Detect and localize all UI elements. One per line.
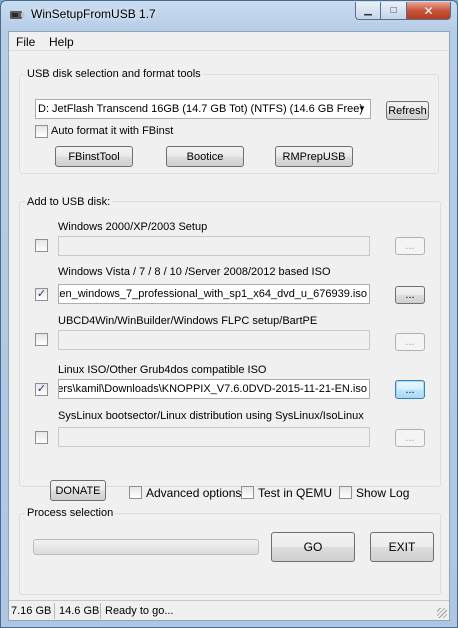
linux-iso-label: Linux ISO/Other Grub4dos compatible ISO bbox=[58, 364, 267, 376]
usb-app-icon bbox=[10, 11, 24, 19]
donate-button[interactable]: DONATE bbox=[50, 480, 106, 501]
title-bar[interactable]: WinSetupFromUSB 1.7 ▁ □ ✕ bbox=[1, 1, 457, 29]
windows-xp-setup-browse-button[interactable]: ... bbox=[395, 237, 425, 255]
process-selection-label: Process selection bbox=[25, 507, 116, 519]
usb-disk-select[interactable]: D: JetFlash Transcend 16GB (14.7 GB Tot)… bbox=[35, 99, 371, 119]
app-window: WinSetupFromUSB 1.7 ▁ □ ✕ File Help USB … bbox=[0, 0, 458, 628]
menu-help[interactable]: Help bbox=[49, 35, 74, 49]
windows-xp-setup-path[interactable] bbox=[58, 236, 370, 256]
menu-bar: File Help bbox=[9, 32, 449, 51]
linux-iso-path[interactable]: sers\kamil\Downloads\KNOPPIX_V7.6.0DVD-2… bbox=[58, 379, 370, 399]
windows-vista-iso-path-text: s\en_windows_7_professional_with_sp1_x64… bbox=[58, 288, 367, 300]
auto-format-checkbox[interactable] bbox=[35, 125, 48, 138]
windows-vista-iso-path[interactable]: s\en_windows_7_professional_with_sp1_x64… bbox=[58, 284, 370, 304]
chevron-down-icon[interactable]: ▼ bbox=[354, 100, 370, 118]
windows-xp-setup-checkbox[interactable] bbox=[35, 239, 48, 252]
resize-grip[interactable] bbox=[437, 608, 447, 618]
go-button[interactable]: GO bbox=[271, 532, 355, 562]
syslinux-browse-button[interactable]: ... bbox=[395, 429, 425, 447]
status-message: Ready to go... bbox=[105, 605, 174, 617]
status-total-size: 7.16 GB bbox=[11, 605, 52, 617]
caption-buttons: ▁ □ ✕ bbox=[355, 2, 451, 20]
ubcd4win-path[interactable] bbox=[58, 330, 370, 350]
progress-bar bbox=[33, 539, 259, 555]
syslinux-path[interactable] bbox=[58, 427, 370, 447]
advanced-options-checkbox[interactable] bbox=[129, 486, 142, 499]
rmprepusb-button[interactable]: RMPrepUSB bbox=[275, 146, 353, 167]
minimize-icon: ▁ bbox=[364, 5, 372, 16]
auto-format-label: Auto format it with FBinst bbox=[51, 125, 174, 137]
exit-button[interactable]: EXIT bbox=[370, 532, 434, 562]
windows-vista-iso-label: Windows Vista / 7 / 8 / 10 /Server 2008/… bbox=[58, 266, 331, 278]
fbinsttool-button[interactable]: FBinstTool bbox=[55, 146, 133, 167]
status-separator bbox=[100, 603, 101, 619]
ubcd4win-checkbox[interactable] bbox=[35, 333, 48, 346]
syslinux-label: SysLinux bootsector/Linux distribution u… bbox=[58, 410, 364, 422]
status-bar: 7.16 GB 14.6 GB Ready to go... bbox=[9, 600, 449, 620]
refresh-button[interactable]: Refresh bbox=[386, 101, 429, 120]
ubcd4win-label: UBCD4Win/WinBuilder/Windows FLPC setup/B… bbox=[58, 315, 318, 327]
ubcd4win-browse-button[interactable]: ... bbox=[395, 333, 425, 351]
linux-iso-checkbox[interactable]: ✓ bbox=[35, 383, 48, 396]
show-log-checkbox[interactable] bbox=[339, 486, 352, 499]
advanced-options-label: Advanced options bbox=[146, 486, 242, 500]
maximize-button[interactable]: □ bbox=[381, 2, 407, 20]
menu-file[interactable]: File bbox=[16, 35, 35, 49]
window-title: WinSetupFromUSB 1.7 bbox=[31, 7, 156, 21]
add-to-usb-group-label: Add to USB disk: bbox=[25, 196, 113, 208]
status-free-size: 14.6 GB bbox=[59, 605, 100, 617]
usb-disk-select-value: D: JetFlash Transcend 16GB (14.7 GB Tot)… bbox=[38, 103, 364, 115]
test-in-qemu-label: Test in QEMU bbox=[258, 486, 333, 500]
show-log-label: Show Log bbox=[356, 486, 410, 500]
close-button[interactable]: ✕ bbox=[407, 2, 451, 20]
bootice-button[interactable]: Bootice bbox=[166, 146, 244, 167]
windows-xp-setup-label: Windows 2000/XP/2003 Setup bbox=[58, 221, 208, 233]
windows-vista-iso-browse-button[interactable]: ... bbox=[395, 286, 425, 304]
close-icon: ✕ bbox=[423, 3, 434, 18]
test-in-qemu-checkbox[interactable] bbox=[241, 486, 254, 499]
status-separator bbox=[54, 603, 55, 619]
windows-vista-iso-checkbox[interactable]: ✓ bbox=[35, 288, 48, 301]
syslinux-checkbox[interactable] bbox=[35, 431, 48, 444]
usb-disk-group-label: USB disk selection and format tools bbox=[25, 68, 203, 80]
maximize-icon: □ bbox=[390, 5, 397, 16]
linux-iso-path-text: sers\kamil\Downloads\KNOPPIX_V7.6.0DVD-2… bbox=[58, 383, 367, 395]
linux-iso-browse-button[interactable]: ... bbox=[395, 380, 425, 399]
client-area: File Help USB disk selection and format … bbox=[8, 31, 450, 621]
minimize-button[interactable]: ▁ bbox=[355, 2, 381, 20]
